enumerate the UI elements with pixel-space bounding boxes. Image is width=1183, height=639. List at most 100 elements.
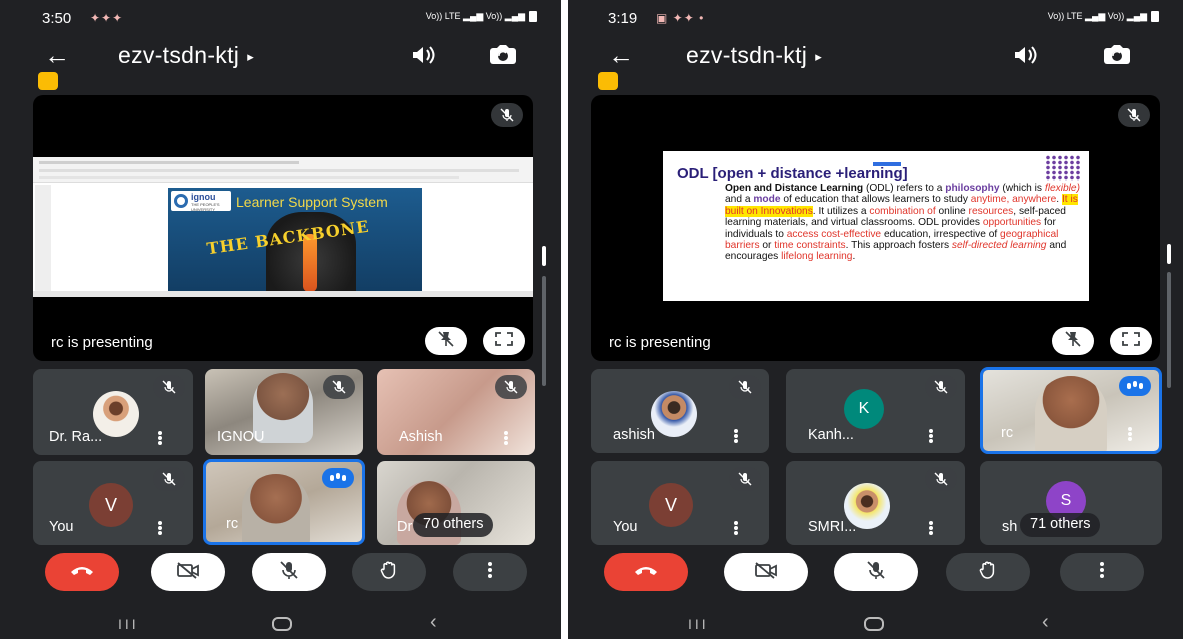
- participant-tile[interactable]: K Kanh...: [786, 369, 965, 453]
- fullscreen-icon: [495, 331, 513, 351]
- back-arrow-icon[interactable]: ←: [44, 40, 70, 70]
- slide-body: Open and Distance Learning (ODL) refers …: [725, 183, 1083, 263]
- slide-text-run: flexible): [1044, 183, 1080, 194]
- pin-off-button[interactable]: [425, 327, 467, 355]
- recents-icon[interactable]: III: [688, 616, 709, 632]
- more-options-button[interactable]: [1060, 553, 1144, 591]
- meeting-code-button[interactable]: ezv-tsdn-ktj ▸: [686, 42, 822, 69]
- end-call-button[interactable]: [604, 553, 688, 591]
- mic-off-icon: [279, 560, 299, 585]
- screen-left: 3:50 ✦✦✦ Vo)) LTE ▂▄▆ Vo)) ▂▄▆ ← ezv-tsd…: [0, 0, 561, 639]
- more-vert-icon[interactable]: [158, 521, 162, 535]
- presentation-stage[interactable]: ignou THE PEOPLE'S UNIVERSITY Learner Su…: [33, 95, 533, 361]
- signal-text: Vo)) LTE ▂▄▆ Vo)) ▂▄▆: [1047, 11, 1147, 21]
- participant-tile[interactable]: IGNOU: [205, 369, 363, 455]
- mic-off-icon: [491, 103, 523, 127]
- slide-canvas: ignou THE PEOPLE'S UNIVERSITY Learner Su…: [168, 188, 422, 293]
- fullscreen-icon: [1122, 331, 1140, 351]
- scroll-handle[interactable]: [542, 246, 546, 266]
- slide-text-run: time constraints: [774, 240, 846, 252]
- more-vert-icon[interactable]: [734, 429, 738, 443]
- scroll-handle[interactable]: [1167, 244, 1171, 264]
- participant-tile[interactable]: S sh 71 others: [980, 461, 1162, 545]
- screen-right: 3:19 ▣ ✦✦ • Vo)) LTE ▂▄▆ Vo)) ▂▄▆ ← ezv-…: [568, 0, 1183, 639]
- mic-toggle-button[interactable]: [252, 553, 326, 591]
- slide-text-run: or: [759, 240, 775, 252]
- meeting-code: ezv-tsdn-ktj: [686, 42, 808, 68]
- speaker-icon[interactable]: [410, 44, 436, 71]
- participant-name: Kanh...: [808, 427, 854, 443]
- mic-off-icon: [153, 467, 185, 491]
- mic-off-icon: [925, 375, 957, 399]
- slide-text-run: opportunities: [982, 217, 1042, 229]
- speaker-icon[interactable]: [1012, 44, 1038, 71]
- home-icon[interactable]: [272, 617, 292, 631]
- nav-back-icon[interactable]: ‹: [430, 611, 437, 634]
- home-icon[interactable]: [864, 617, 884, 631]
- shared-slide: ignou THE PEOPLE'S UNIVERSITY Learner Su…: [33, 157, 533, 297]
- slide-text-run: education, irrespective of: [881, 228, 1001, 240]
- participant-tile[interactable]: Dr. Ra...: [33, 369, 193, 455]
- fullscreen-button[interactable]: [483, 327, 525, 355]
- camera-off-icon: [176, 561, 200, 584]
- camera-toggle-button[interactable]: [724, 553, 808, 591]
- slide-text-run: (which is: [999, 183, 1045, 194]
- presentation-stage[interactable]: ODL [open + distance +learning] Open and…: [591, 95, 1160, 361]
- android-nav-bar: III ‹: [0, 608, 561, 638]
- more-vert-icon[interactable]: [929, 521, 933, 535]
- end-call-button[interactable]: [45, 553, 119, 591]
- back-arrow-icon[interactable]: ←: [608, 40, 634, 70]
- slide-thumbnails: [35, 185, 51, 293]
- switch-camera-icon[interactable]: [488, 42, 518, 73]
- meeting-top-bar: ← ezv-tsdn-ktj ▸: [0, 38, 561, 74]
- mic-off-icon: [153, 375, 185, 399]
- call-controls: [568, 553, 1183, 597]
- raise-hand-icon: [978, 560, 998, 585]
- participant-tile[interactable]: ashish: [591, 369, 769, 453]
- slide-text-run: online: [935, 205, 969, 217]
- participant-name: Ashish: [399, 429, 443, 445]
- avatar: [651, 391, 697, 437]
- end-call-icon: [69, 563, 95, 581]
- more-vert-icon[interactable]: [734, 521, 738, 535]
- slide-decoration-dots: [1045, 155, 1081, 181]
- more-vert-icon[interactable]: [158, 431, 162, 445]
- slide-text-run: access cost-effective: [786, 228, 882, 240]
- slide-text-run: .: [852, 251, 856, 263]
- participant-name: You: [49, 519, 74, 535]
- more-vert-icon[interactable]: [504, 431, 508, 445]
- android-nav-bar: III ‹: [568, 608, 1183, 638]
- more-vert-icon[interactable]: [929, 429, 933, 443]
- participant-tile[interactable]: V You: [33, 461, 193, 545]
- nav-back-icon[interactable]: ‹: [1042, 611, 1049, 634]
- slide-text-run: . This approach fosters: [845, 240, 952, 252]
- recents-icon[interactable]: III: [118, 616, 139, 632]
- raise-hand-button[interactable]: [946, 553, 1030, 591]
- others-count-badge[interactable]: 71 others: [1020, 513, 1101, 537]
- mic-toggle-button[interactable]: [834, 553, 918, 591]
- fullscreen-button[interactable]: [1110, 327, 1152, 355]
- participant-tile-active[interactable]: rc: [203, 459, 365, 545]
- meeting-code-button[interactable]: ezv-tsdn-ktj ▸: [118, 42, 254, 69]
- raise-hand-button[interactable]: [352, 553, 426, 591]
- camera-toggle-button[interactable]: [151, 553, 225, 591]
- speaking-indicator-icon: [1119, 376, 1151, 396]
- participant-tile[interactable]: V You: [591, 461, 769, 545]
- participant-tile[interactable]: SMRI...: [786, 461, 965, 545]
- more-options-button[interactable]: [453, 553, 527, 591]
- battery-icon: [529, 11, 537, 22]
- pin-off-button[interactable]: [1052, 327, 1094, 355]
- call-controls: [0, 553, 561, 597]
- presenting-label: rc is presenting: [609, 334, 711, 351]
- others-count-badge[interactable]: 70 others: [413, 513, 494, 537]
- slide-text-run: . It utilizes a: [812, 205, 870, 217]
- participant-name: IGNOU: [217, 429, 265, 445]
- participant-tile[interactable]: Ashish: [377, 369, 535, 455]
- participant-tile-active[interactable]: rc: [980, 367, 1162, 454]
- mic-off-icon: [866, 560, 886, 585]
- more-vert-icon[interactable]: [1128, 427, 1132, 441]
- slide-text-run: philosophy: [945, 183, 1000, 194]
- participant-tile[interactable]: Dr 70 others: [377, 461, 535, 545]
- switch-camera-icon[interactable]: [1102, 42, 1132, 73]
- slide-text-run: Open and Distance Learning: [725, 183, 864, 194]
